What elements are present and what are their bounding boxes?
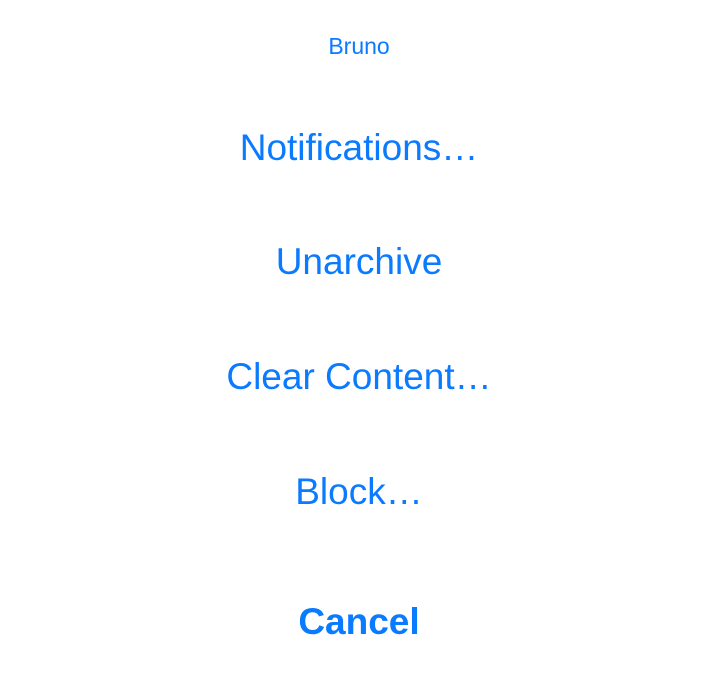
notifications-button[interactable]: Notifications… bbox=[0, 124, 718, 172]
clear-content-button[interactable]: Clear Content… bbox=[0, 353, 718, 401]
sheet-title: Bruno bbox=[328, 33, 390, 59]
unarchive-button[interactable]: Unarchive bbox=[0, 238, 718, 286]
cancel-button[interactable]: Cancel bbox=[0, 598, 718, 646]
action-sheet: Bruno Notifications… Unarchive Clear Con… bbox=[0, 0, 718, 678]
block-button[interactable]: Block… bbox=[0, 468, 718, 516]
